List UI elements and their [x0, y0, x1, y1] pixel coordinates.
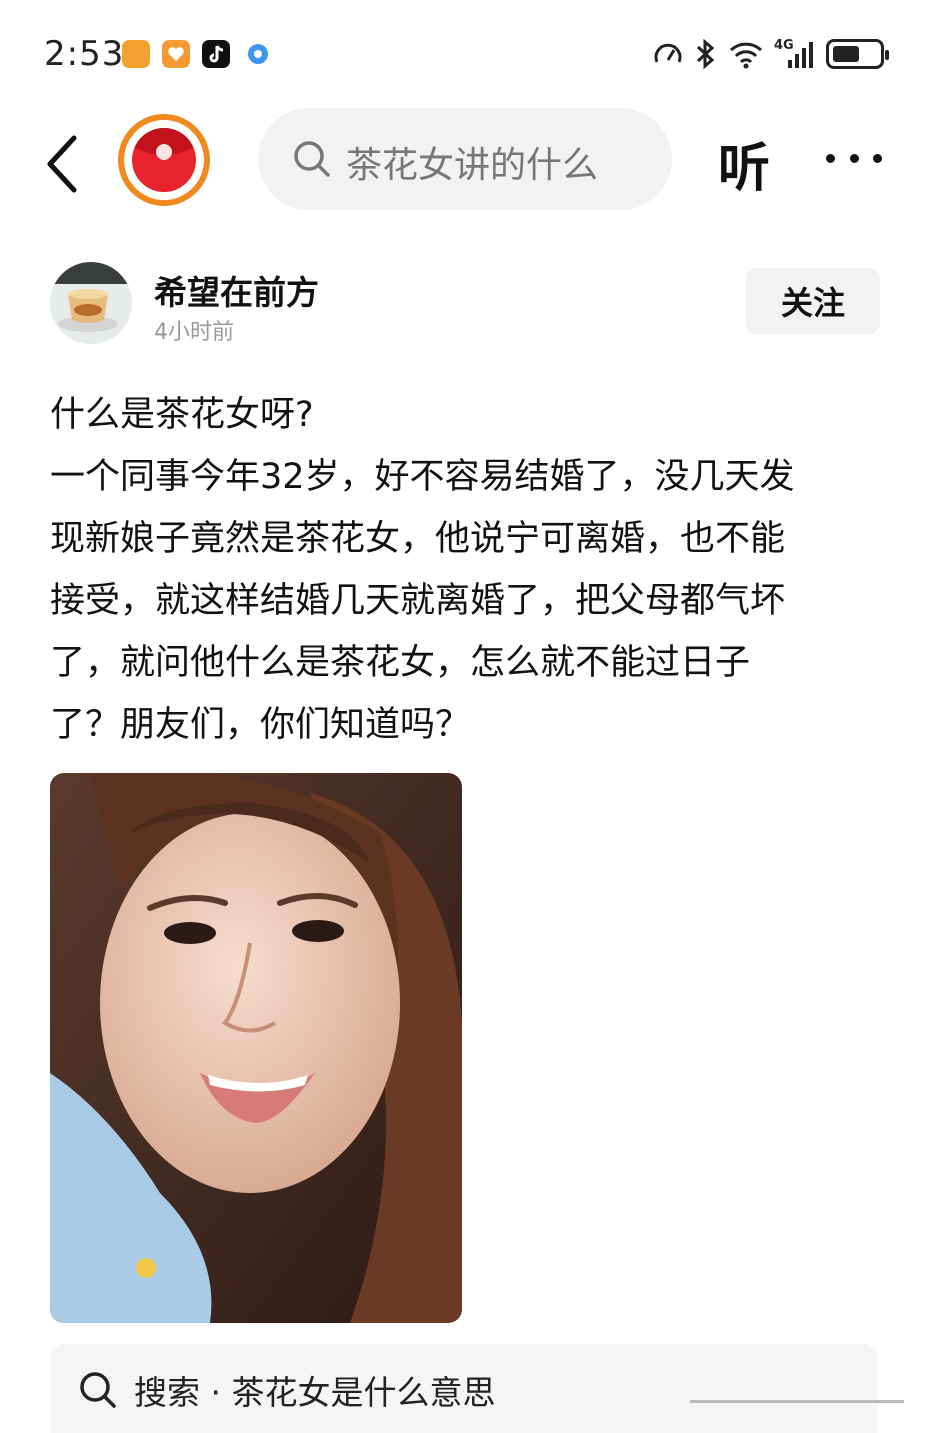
related-search-bar[interactable]: 搜索 · 茶花女是什么意思 — [50, 1344, 904, 1433]
author-row: 希望在前方 4小时前 关注 — [50, 262, 880, 348]
status-indicators: 4G — [652, 34, 889, 74]
search-icon — [80, 1372, 116, 1408]
back-button[interactable] — [40, 126, 90, 196]
status-bar: 2:53 4G — [0, 0, 928, 108]
related-search-divider — [690, 1400, 904, 1403]
red-envelope-icon — [132, 128, 196, 192]
related-search-label: 搜索 · 茶花女是什么意思 — [134, 1373, 496, 1412]
blue-app-icon — [244, 40, 272, 68]
post-photo[interactable] — [50, 773, 462, 1323]
follow-button[interactable]: 关注 — [746, 268, 880, 334]
app-notification-icon-1 — [122, 40, 150, 68]
search-bar[interactable]: 茶花女讲的什么 — [258, 108, 672, 210]
battery-icon — [826, 39, 889, 69]
post-title-line: 什么是茶花女呀? — [50, 395, 314, 435]
signal-icon: 4G — [774, 38, 816, 70]
post-line: 了？朋友们，你们知道吗？ — [50, 705, 471, 745]
wifi-icon — [729, 42, 763, 69]
back-arrow-icon — [47, 135, 77, 193]
listen-button[interactable]: 听 — [718, 126, 770, 201]
post-line: 了，就问他什么是茶花女，怎么就不能过日子 — [50, 643, 751, 683]
more-dot-icon — [873, 153, 882, 163]
app-notification-icon-2 — [162, 40, 190, 68]
post-line: 接受，就这样结婚几天就离婚了，把父母都气坏 — [50, 581, 786, 621]
speedometer-icon — [654, 43, 682, 63]
author-name[interactable]: 希望在前方 — [154, 266, 319, 314]
search-placeholder: 茶花女讲的什么 — [346, 145, 599, 186]
more-dot-icon — [849, 153, 859, 163]
status-time: 2:53 — [44, 34, 125, 74]
post-line: 一个同事今年32岁，好不容易结婚了，没几天发 — [50, 457, 795, 497]
author-avatar[interactable] — [50, 262, 132, 344]
post-line: 现新娘子竟然是茶花女，他说宁可离婚，也不能 — [50, 519, 786, 559]
post-timestamp: 4小时前 — [154, 320, 234, 345]
post-content: 什么是茶花女呀? 一个同事今年32岁，好不容易结婚了，没几天发 现新娘子竟然是茶… — [50, 384, 880, 756]
top-navigation: 茶花女讲的什么 听 — [0, 108, 928, 214]
search-icon — [294, 141, 330, 177]
battery-level — [833, 46, 860, 62]
more-options-button[interactable] — [826, 150, 882, 166]
tiktok-icon — [202, 40, 230, 68]
red-envelope-button[interactable] — [118, 114, 210, 206]
more-dot-icon — [826, 153, 835, 163]
bluetooth-icon — [696, 38, 715, 70]
